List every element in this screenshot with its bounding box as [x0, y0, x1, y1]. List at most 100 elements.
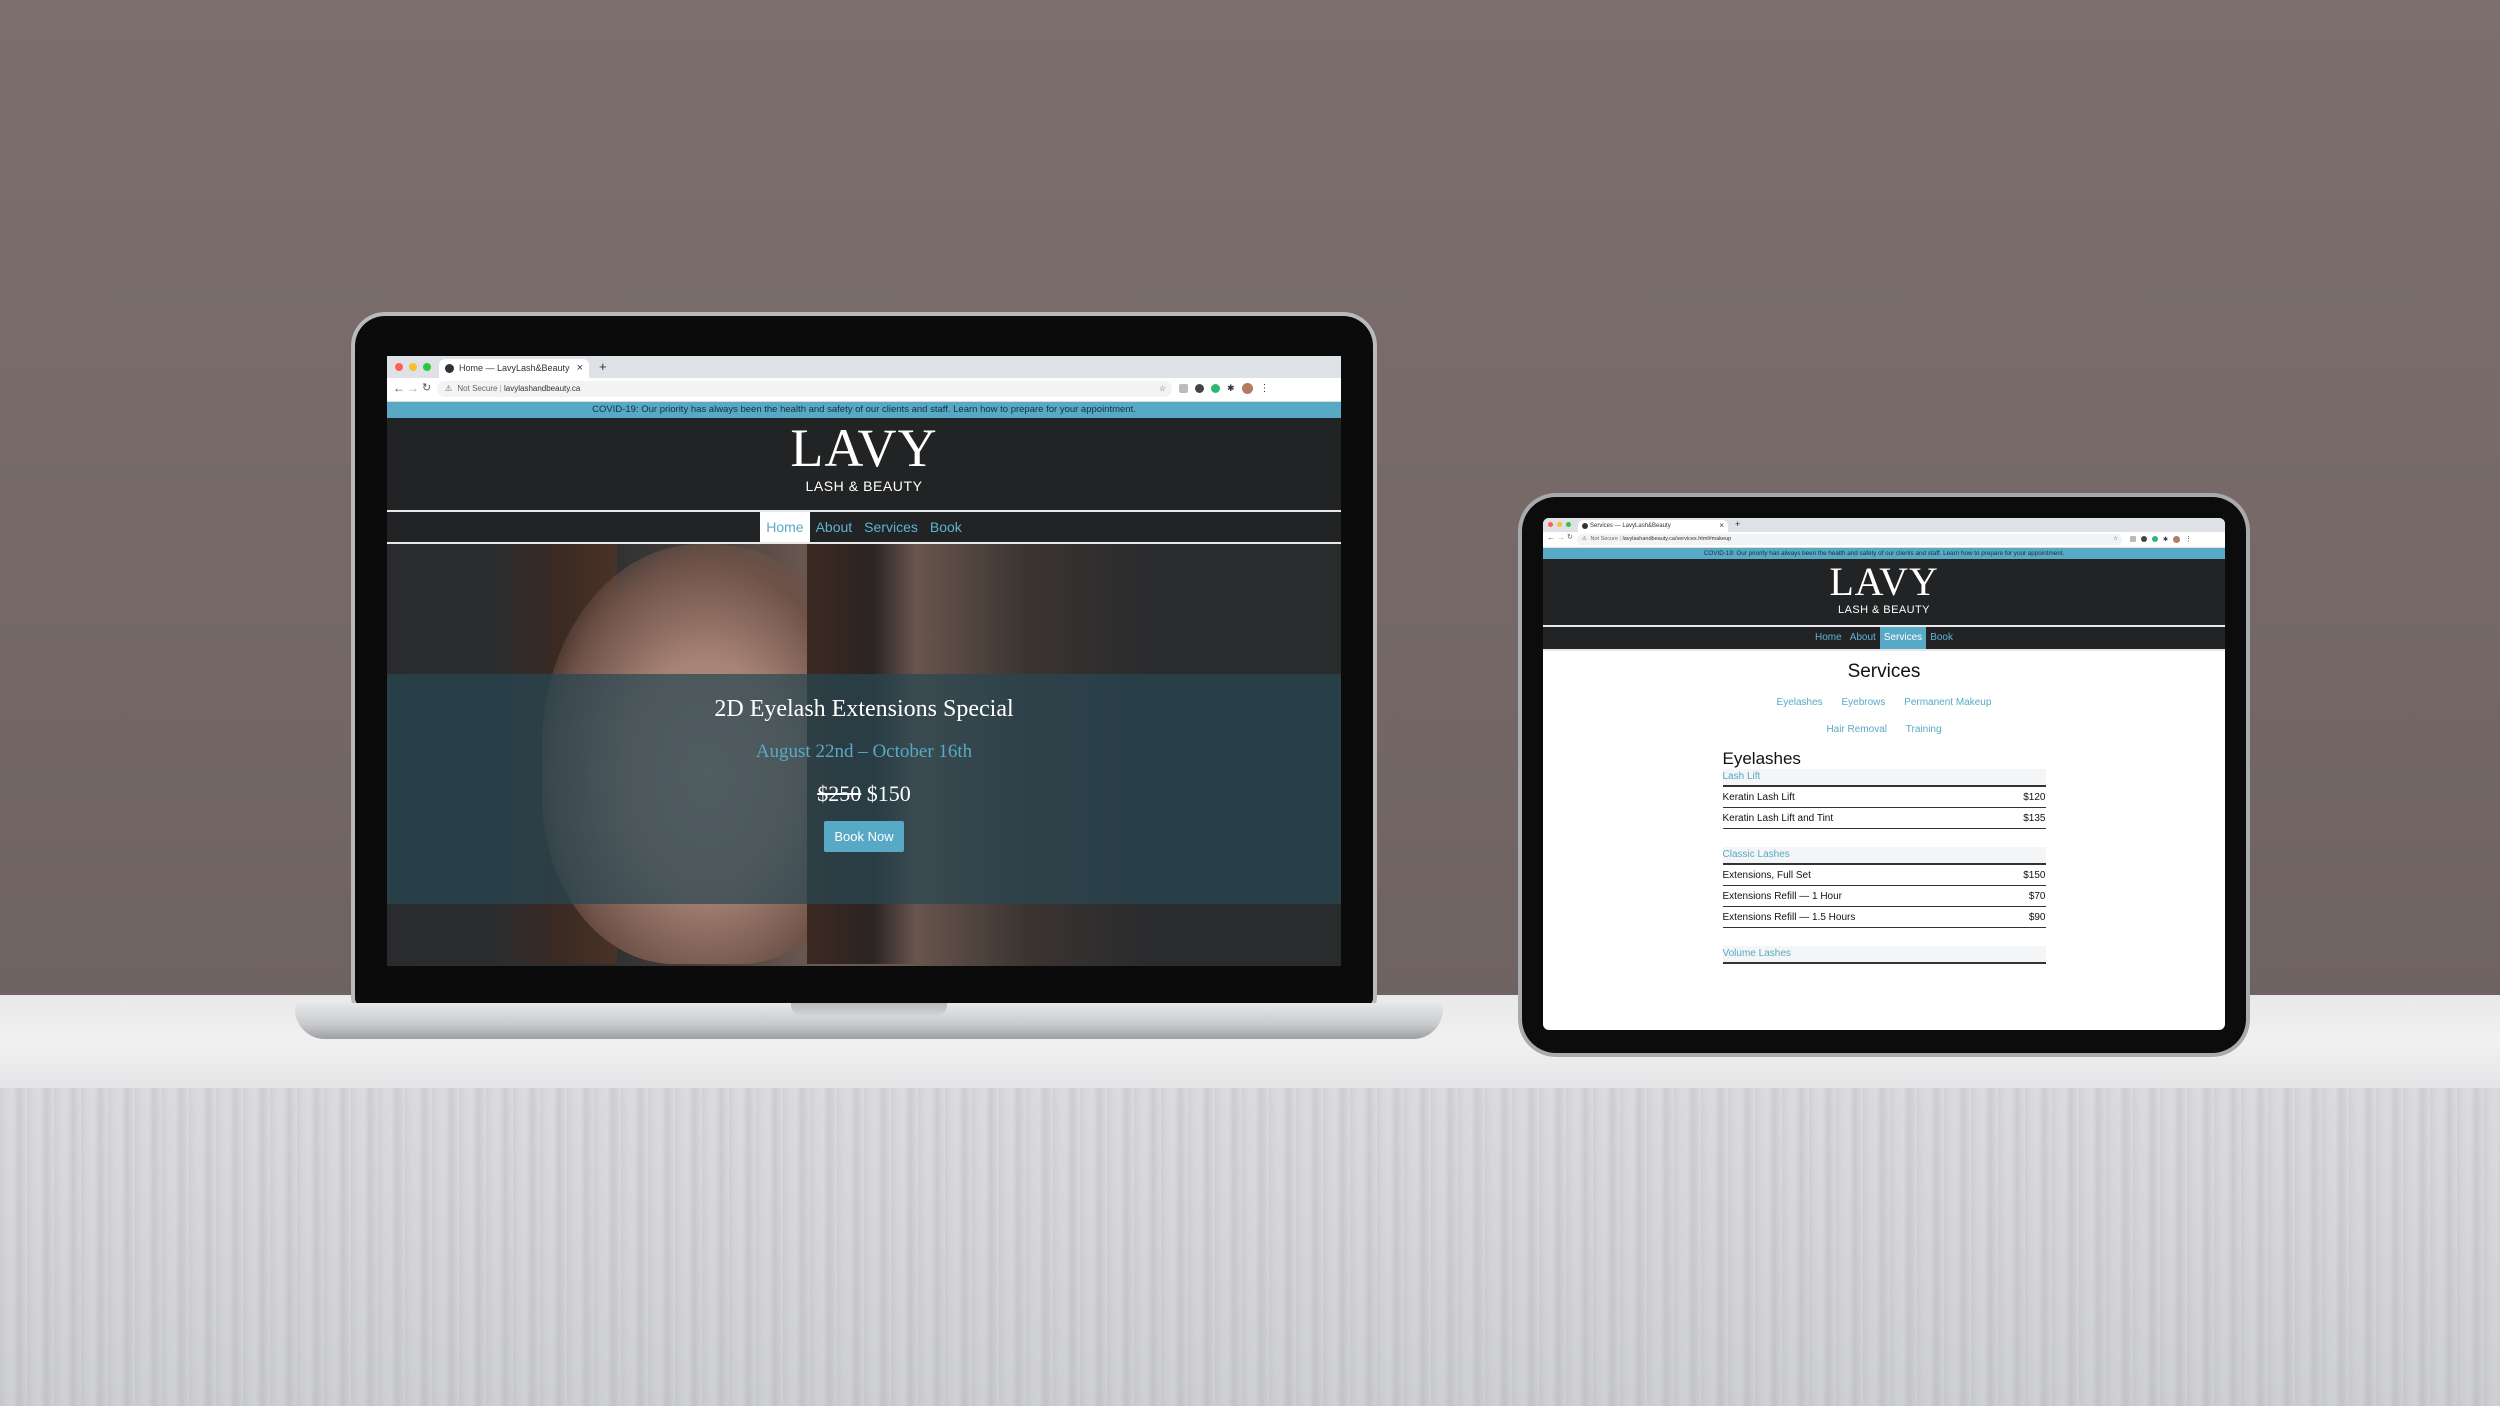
- extension-icon-3[interactable]: [1211, 384, 1220, 393]
- section-title: Eyelashes: [1722, 749, 1801, 768]
- menu-dots-icon[interactable]: ⋮: [2185, 535, 2192, 543]
- laptop-opening-notch: [791, 1003, 947, 1015]
- reload-icon[interactable]: ↻: [422, 381, 431, 394]
- category-link-training[interactable]: Training: [1906, 724, 1942, 735]
- minimize-window-dot[interactable]: [409, 363, 417, 371]
- covid-banner[interactable]: COVID-19: Our priority has always been t…: [387, 402, 1341, 418]
- forward-arrow-icon[interactable]: →: [407, 381, 419, 395]
- service-row: Extensions Refill — 1.5 Hours $90: [1722, 907, 2046, 928]
- tab-favicon-icon: [445, 364, 454, 373]
- laptop-tab-bar: Home — LavyLash&Beauty × +: [387, 356, 1341, 378]
- group-classic-lashes: Classic Lashes: [1722, 847, 2046, 865]
- tab-title: Home — LavyLash&Beauty: [459, 363, 570, 373]
- hero-banner: 2D Eyelash Extensions Special August 22n…: [387, 544, 1341, 966]
- minimize-window-dot[interactable]: [1557, 522, 1562, 527]
- close-window-dot[interactable]: [1548, 522, 1553, 527]
- url-text: lavylashandbeauty.ca: [503, 384, 581, 393]
- nav-about[interactable]: About: [810, 512, 859, 542]
- book-now-button[interactable]: Book Now: [824, 821, 904, 852]
- warning-icon: ⚠: [445, 384, 453, 393]
- tab-close-icon[interactable]: ×: [1719, 520, 1724, 532]
- tab-close-icon[interactable]: ×: [577, 359, 583, 378]
- promo-new-price: $150: [866, 781, 911, 806]
- category-link-hair-removal[interactable]: Hair Removal: [1826, 724, 1887, 735]
- profile-avatar[interactable]: [1241, 383, 1253, 394]
- group-lash-lift: Lash Lift: [1722, 769, 2046, 787]
- bookmark-star-icon[interactable]: ☆: [2113, 534, 2118, 545]
- service-row: Keratin Lash Lift $120: [1722, 787, 2046, 808]
- menu-dots-icon[interactable]: ⋮: [1260, 383, 1270, 394]
- not-secure-label: Not Secure: [1590, 536, 1618, 542]
- nav-about[interactable]: About: [1846, 627, 1880, 649]
- service-price: $120: [2023, 792, 2046, 803]
- reload-icon[interactable]: ↻: [1567, 533, 1573, 541]
- extension-icon-2[interactable]: [2141, 536, 2147, 542]
- browser-tab-home[interactable]: Home — LavyLash&Beauty ×: [439, 359, 589, 378]
- page-title: Services: [1847, 661, 1921, 682]
- maximize-window-dot[interactable]: [423, 363, 431, 371]
- nav-services[interactable]: Services: [858, 512, 924, 542]
- marble-table-front: [0, 1088, 2500, 1406]
- url-field[interactable]: ⚠ Not Secure | lavylashandbeauty.ca ☆: [437, 381, 1172, 397]
- new-tab-icon[interactable]: +: [1735, 519, 1740, 529]
- category-link-eyebrows[interactable]: Eyebrows: [1841, 697, 1885, 708]
- tab-favicon-icon: [1582, 523, 1588, 529]
- extension-icon-1[interactable]: [1179, 384, 1188, 393]
- category-link-permanent-makeup[interactable]: Permanent Makeup: [1904, 697, 1991, 708]
- nav-book[interactable]: Book: [1926, 627, 1957, 649]
- url-field[interactable]: ⚠ Not Secure | lavylashandbeauty.ca/serv…: [1577, 534, 2122, 545]
- promo-dates: August 22nd – October 16th: [755, 741, 973, 762]
- extensions-area: ✱ ⋮: [2130, 535, 2192, 543]
- service-name: Keratin Lash Lift: [1722, 792, 1795, 803]
- service-name: Keratin Lash Lift and Tint: [1722, 813, 1834, 824]
- category-links-row2: Hair Removal Training: [1543, 724, 2225, 735]
- maximize-window-dot[interactable]: [1566, 522, 1571, 527]
- not-secure-label: Not Secure: [457, 384, 498, 393]
- nav-book[interactable]: Book: [924, 512, 968, 542]
- site-logo[interactable]: LAVY: [387, 420, 1341, 476]
- main-nav: Home About Services Book: [387, 510, 1341, 544]
- category-links-row1: Eyelashes Eyebrows Permanent Makeup: [1543, 697, 2225, 708]
- url-text: lavylashandbeauty.ca/services.html#makeu…: [1622, 536, 1732, 542]
- site-logo[interactable]: LAVY: [1543, 561, 2225, 603]
- puzzle-icon[interactable]: ✱: [1227, 383, 1235, 394]
- service-name: Extensions Refill — 1.5 Hours: [1722, 912, 1856, 923]
- nav-services[interactable]: Services: [1879, 627, 1927, 649]
- service-name: Extensions, Full Set: [1722, 870, 1811, 881]
- extension-icon-2[interactable]: [1195, 384, 1204, 393]
- service-price: $70: [2028, 891, 2046, 902]
- browser-tab-services[interactable]: Services — LavyLash&Beauty ×: [1578, 520, 1728, 532]
- new-tab-icon[interactable]: +: [599, 359, 607, 374]
- laptop-address-bar: ← → ↻ ⚠ Not Secure | lavylashandbeauty.c…: [387, 378, 1341, 402]
- service-row: Extensions, Full Set $150: [1722, 865, 2046, 886]
- tablet-window-controls: [1548, 522, 1571, 527]
- extension-icon-1[interactable]: [2130, 536, 2136, 542]
- tablet-screen: Services — LavyLash&Beauty × + ← → ↻ ⚠ N…: [1543, 518, 2225, 1030]
- window-controls: [395, 363, 431, 371]
- service-row: Keratin Lash Lift and Tint $135: [1722, 808, 2046, 829]
- tablet-address-bar: ← → ↻ ⚠ Not Secure | lavylashandbeauty.c…: [1543, 532, 2225, 548]
- puzzle-icon[interactable]: ✱: [2163, 536, 2168, 543]
- service-name: Extensions Refill — 1 Hour: [1722, 891, 1843, 902]
- promo-old-price: $250: [817, 781, 862, 806]
- bookmark-star-icon[interactable]: ☆: [1159, 381, 1166, 397]
- promo-title: 2D Eyelash Extensions Special: [714, 696, 1014, 722]
- back-arrow-icon[interactable]: ←: [393, 381, 405, 395]
- covid-banner[interactable]: COVID-19: Our priority has always been t…: [1543, 548, 2225, 559]
- main-nav: Home About Services Book: [1543, 625, 2225, 651]
- profile-avatar[interactable]: [2173, 535, 2181, 543]
- eyelashes-section: Eyelashes Lash Lift Keratin Lash Lift $1…: [1722, 749, 2046, 964]
- promo-price: $250 $150: [387, 781, 1341, 807]
- site-tagline: LASH & BEAUTY: [1838, 604, 1930, 616]
- promo-overlay: 2D Eyelash Extensions Special August 22n…: [387, 674, 1341, 904]
- nav-home[interactable]: Home: [760, 512, 810, 542]
- site-header: LAVY LASH & BEAUTY: [387, 418, 1341, 510]
- forward-arrow-icon[interactable]: →: [1557, 533, 1565, 542]
- close-window-dot[interactable]: [395, 363, 403, 371]
- services-content: Services Eyelashes Eyebrows Permanent Ma…: [1543, 661, 2225, 964]
- extension-icon-3[interactable]: [2152, 536, 2158, 542]
- nav-home[interactable]: Home: [1811, 627, 1846, 649]
- back-arrow-icon[interactable]: ←: [1547, 533, 1555, 542]
- category-link-eyelashes[interactable]: Eyelashes: [1777, 697, 1823, 708]
- service-price: $150: [2023, 870, 2046, 881]
